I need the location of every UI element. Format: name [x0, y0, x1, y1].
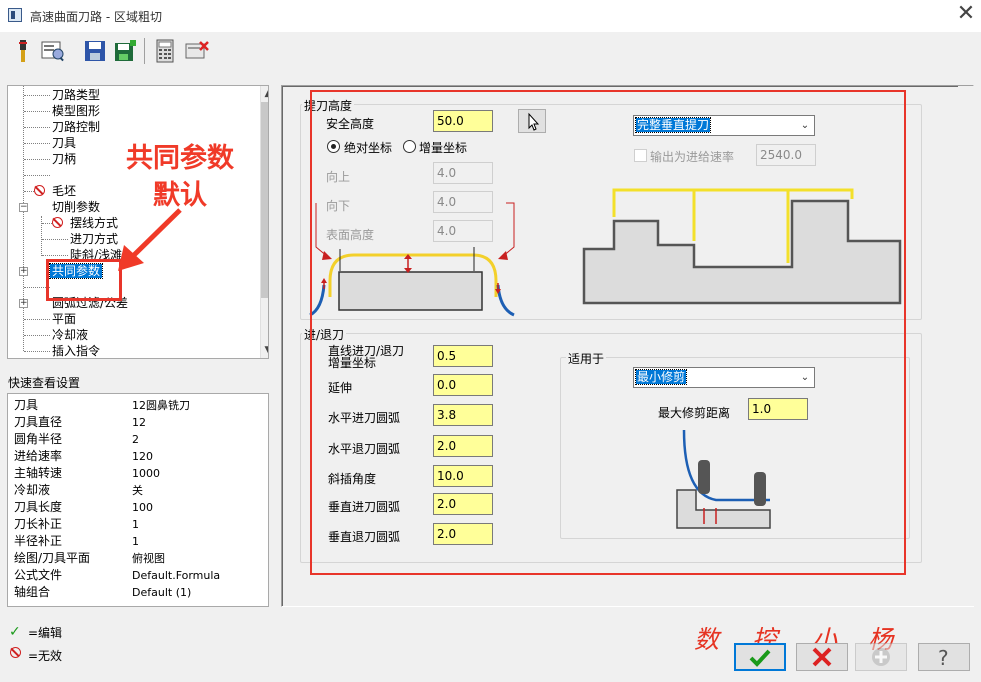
- legend-edit: =编辑: [28, 626, 63, 640]
- quick-view-title: 快速查看设置: [8, 376, 81, 390]
- tree-connector: [23, 86, 24, 351]
- annotation-arrow-icon: [118, 208, 182, 271]
- quick-view-key: 主轴转速: [14, 466, 63, 480]
- tree-item-holder[interactable]: 刀柄: [52, 151, 76, 167]
- tree-connector: [42, 223, 52, 224]
- tree-connector: [41, 216, 42, 256]
- delete-icon[interactable]: [184, 38, 210, 64]
- quick-view-value: Default (1): [132, 586, 192, 599]
- quick-view-key: 绘图/刀具平面: [14, 551, 91, 565]
- tree-connector: [42, 255, 68, 256]
- save-icon[interactable]: [82, 38, 108, 64]
- help-button[interactable]: ?: [918, 643, 970, 671]
- tree-item-stock[interactable]: 毛坯: [52, 183, 76, 199]
- collapse-icon[interactable]: −: [19, 203, 28, 212]
- calculator-icon[interactable]: [152, 38, 178, 64]
- tree-item-planes[interactable]: 平面: [52, 311, 76, 327]
- tree-connector: [24, 191, 34, 192]
- add-button[interactable]: [855, 643, 907, 671]
- tree-connector: [24, 319, 50, 320]
- tree-connector: [24, 111, 50, 112]
- save-all-icon[interactable]: [112, 38, 138, 64]
- quick-view-value: 1000: [132, 467, 160, 480]
- quick-view-value: 12圆鼻铣刀: [132, 399, 190, 412]
- quick-view-value: 俯视图: [132, 552, 165, 565]
- tree-item-tool[interactable]: 刀具: [52, 135, 76, 151]
- tree-item-toolpath-type[interactable]: 刀路类型: [52, 87, 100, 103]
- tree-connector: [24, 175, 50, 176]
- tree-connector: [24, 95, 50, 96]
- tree-scroll-thumb[interactable]: [261, 102, 268, 298]
- invalid-icon: [52, 217, 63, 228]
- annotation-line-1: 共同参数: [126, 143, 234, 174]
- ok-check-icon: [749, 649, 771, 667]
- tree-item-cut-params[interactable]: 切削参数: [52, 199, 100, 215]
- panel-scrollbar[interactable]: [958, 86, 974, 606]
- quick-view-key: 刀长补正: [14, 517, 63, 531]
- scroll-down-icon[interactable]: ▼: [260, 342, 268, 358]
- tree-connector: [24, 335, 50, 336]
- quick-view-key: 圆角半径: [14, 432, 63, 446]
- quick-view-key: 公式文件: [14, 568, 63, 582]
- quick-view-value: 12: [132, 416, 146, 429]
- quick-view-table: 刀具 12圆鼻铣刀刀具直径 12 圆角半径 2 进给速率 120 主轴转速 1000 冷却液 关刀具…: [7, 393, 269, 607]
- tree-connector: [24, 127, 50, 128]
- check-icon: ✓: [9, 624, 21, 640]
- tree-connector: [24, 159, 50, 160]
- tree-item-coolant[interactable]: 冷却液: [52, 327, 88, 343]
- invalid-icon: [10, 647, 21, 658]
- tree-item-model-geometry[interactable]: 模型图形: [52, 103, 100, 119]
- tree-connector: [24, 143, 50, 144]
- legend-invalid: =无效: [28, 649, 63, 663]
- expand-icon[interactable]: +: [19, 267, 28, 276]
- quick-view-value: 1: [132, 535, 139, 548]
- quick-view-value: 120: [132, 450, 153, 463]
- ok-button[interactable]: [734, 643, 786, 671]
- quick-view-key: 刀具: [14, 398, 39, 412]
- preview-icon[interactable]: [40, 38, 66, 64]
- cancel-button[interactable]: [796, 643, 848, 671]
- app-icon: [8, 8, 22, 22]
- annotation-text: 共同参数 默认: [120, 140, 240, 214]
- expand-icon[interactable]: +: [19, 299, 28, 308]
- add-plus-icon: [872, 648, 890, 666]
- quick-view-value: 2: [132, 433, 139, 446]
- window-title: 高速曲面刀路 - 区域粗切: [30, 10, 162, 24]
- quick-view-key: 半径补正: [14, 534, 63, 548]
- scroll-up-icon[interactable]: ▲: [260, 86, 268, 102]
- close-button[interactable]: ✕: [952, 2, 980, 28]
- quick-view-key: 进给速率: [14, 449, 63, 463]
- quick-view-key: 轴组合: [14, 585, 51, 599]
- tree-connector: [42, 239, 68, 240]
- annotation-red-frame: [310, 90, 906, 575]
- quick-view-key: 刀具直径: [14, 415, 63, 429]
- cancel-x-icon: [812, 647, 832, 667]
- quick-view-value: 1: [132, 518, 139, 531]
- quick-view-value: 100: [132, 501, 153, 514]
- quick-view-value: Default.Formula: [132, 569, 221, 582]
- quick-view-key: 冷却液: [14, 483, 51, 497]
- watermark-char: 数: [694, 625, 720, 654]
- tree-item-toolpath-control[interactable]: 刀路控制: [52, 119, 100, 135]
- toolbar-separator: [144, 38, 145, 64]
- tool-icon[interactable]: [10, 38, 36, 64]
- quick-view-value: 关: [132, 484, 143, 497]
- quick-view-key: 刀具长度: [14, 500, 63, 514]
- help-question-icon: ?: [938, 646, 949, 670]
- svg-text:?: ?: [938, 647, 949, 669]
- tree-connector: [24, 351, 50, 352]
- invalid-icon: [34, 185, 45, 196]
- tree-item-misc-codes[interactable]: 插入指令: [52, 343, 100, 358]
